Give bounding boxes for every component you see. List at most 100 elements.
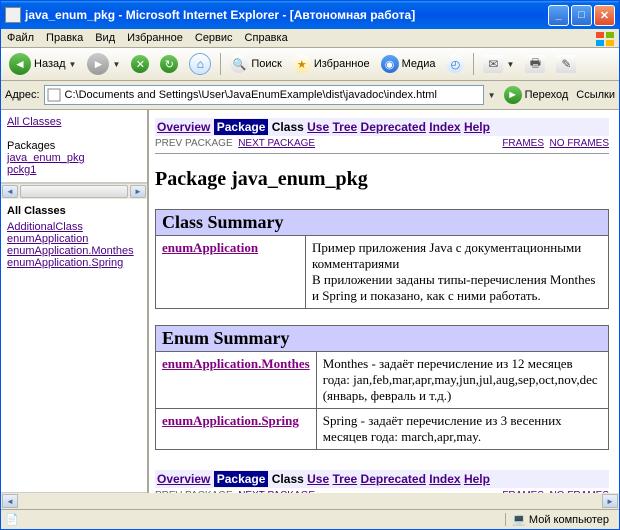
horizontal-scrollbar[interactable]: ◄►: [1, 493, 619, 509]
address-dropdown[interactable]: ▼: [488, 91, 496, 100]
print-icon: 🖶: [525, 55, 545, 73]
toolbar: ◄Назад▼ ►▼ ✕ ↻ ⌂ 🔍Поиск ★Избранное ◉Меди…: [1, 48, 619, 81]
enum-desc: Monthes - задаёт перечисление из 12 меся…: [316, 352, 608, 409]
close-button[interactable]: ✕: [594, 5, 615, 26]
nav-deprecated[interactable]: Deprecated: [361, 472, 426, 486]
forward-button[interactable]: ►▼: [83, 51, 124, 77]
class-link[interactable]: enumApplication.Monthes: [7, 245, 134, 257]
nav-class: Class: [272, 120, 304, 134]
favorites-button[interactable]: ★Избранное: [289, 53, 374, 75]
back-button[interactable]: ◄Назад▼: [5, 51, 80, 77]
history-button[interactable]: ◴: [442, 53, 468, 75]
nav-prev: PREV PACKAGE: [155, 138, 233, 149]
nav-bottom: Overview Package Class Use Tree Deprecat…: [155, 466, 609, 493]
home-button[interactable]: ⌂: [185, 51, 215, 77]
class-link[interactable]: enumApplication: [7, 233, 88, 245]
enum-desc: Spring - задаёт перечисление из 3 весенн…: [316, 409, 608, 450]
zone-icon: 💻: [512, 513, 526, 526]
go-icon: ►: [504, 86, 522, 104]
frame-scrollbar[interactable]: ◄►: [1, 183, 147, 199]
edit-button[interactable]: ✎: [552, 53, 580, 75]
nav-top: Overview Package Class Use Tree Deprecat…: [155, 114, 609, 154]
nav-class: Class: [272, 472, 304, 486]
class-summary-heading: Class Summary: [156, 210, 609, 236]
titlebar: java_enum_pkg - Microsoft Internet Explo…: [1, 1, 619, 29]
package-heading: Package java_enum_pkg: [155, 168, 609, 191]
address-input[interactable]: [44, 85, 484, 105]
menu-file[interactable]: Файл: [7, 32, 34, 44]
history-icon: ◴: [446, 55, 464, 73]
nav-index[interactable]: Index: [429, 120, 460, 134]
nav-overview[interactable]: Overview: [157, 120, 210, 134]
nav-use[interactable]: Use: [307, 472, 329, 486]
package-link[interactable]: java_enum_pkg: [7, 152, 85, 164]
all-classes-heading: All Classes: [7, 205, 141, 217]
table-row: enumApplication Пример приложения Java с …: [156, 236, 609, 309]
nav-overview[interactable]: Overview: [157, 472, 210, 486]
nav-help[interactable]: Help: [464, 472, 490, 486]
menu-favorites[interactable]: Избранное: [127, 32, 183, 44]
classes-frame: All Classes AdditionalClass enumApplicat…: [1, 199, 147, 493]
table-row: enumApplication.Spring Spring - задаёт пе…: [156, 409, 609, 450]
class-desc: Пример приложения Java с документационны…: [306, 236, 609, 309]
class-link[interactable]: enumApplication.Spring: [7, 257, 123, 269]
class-name-link[interactable]: enumApplication: [162, 240, 258, 255]
menu-edit[interactable]: Правка: [46, 32, 83, 44]
class-link[interactable]: AdditionalClass: [7, 221, 83, 233]
nav-frames[interactable]: FRAMES: [502, 490, 544, 493]
page-icon: [5, 7, 21, 23]
menu-bar: Файл Правка Вид Избранное Сервис Справка: [1, 29, 619, 48]
media-icon: ◉: [381, 55, 399, 73]
print-button[interactable]: 🖶: [521, 53, 549, 75]
class-summary-table: Class Summary enumApplication Пример прил…: [155, 209, 609, 309]
stop-button[interactable]: ✕: [127, 53, 153, 75]
packages-heading: Packages: [7, 140, 141, 152]
enum-name-link[interactable]: enumApplication.Monthes: [162, 356, 310, 371]
mail-button[interactable]: ✉▼: [479, 53, 518, 75]
nav-deprecated[interactable]: Deprecated: [361, 120, 426, 134]
all-classes-link[interactable]: All Classes: [7, 116, 61, 128]
enum-name-link[interactable]: enumApplication.Spring: [162, 413, 299, 428]
menu-help[interactable]: Справка: [245, 32, 288, 44]
forward-icon: ►: [87, 53, 109, 75]
address-bar: Адрес: ▼ ►Переход Ссылки: [1, 81, 619, 110]
nav-next[interactable]: NEXT PACKAGE: [238, 138, 315, 149]
search-button[interactable]: 🔍Поиск: [226, 53, 285, 75]
status-zone: Мой компьютер: [529, 514, 609, 526]
nav-next[interactable]: NEXT PACKAGE: [238, 490, 315, 493]
nav-noframes[interactable]: NO FRAMES: [550, 138, 609, 149]
refresh-icon: ↻: [160, 55, 178, 73]
nav-package-current: Package: [214, 119, 269, 135]
status-page-icon: 📄: [5, 513, 19, 526]
nav-tree[interactable]: Tree: [333, 120, 358, 134]
nav-package-current: Package: [214, 471, 269, 487]
nav-help[interactable]: Help: [464, 120, 490, 134]
enum-summary-table: Enum Summary enumApplication.Monthes Mont…: [155, 325, 609, 450]
nav-index[interactable]: Index: [429, 472, 460, 486]
nav-frames[interactable]: FRAMES: [502, 138, 544, 149]
menu-tools[interactable]: Сервис: [195, 32, 233, 44]
main-frame: Overview Package Class Use Tree Deprecat…: [149, 110, 619, 493]
enum-summary-heading: Enum Summary: [156, 326, 609, 352]
nav-tree[interactable]: Tree: [333, 472, 358, 486]
edit-icon: ✎: [556, 55, 576, 73]
address-label: Адрес:: [5, 89, 40, 101]
nav-prev: PREV PACKAGE: [155, 490, 233, 493]
nav-noframes[interactable]: NO FRAMES: [550, 490, 609, 493]
package-link[interactable]: pckg1: [7, 164, 36, 176]
packages-frame: All Classes Packages java_enum_pkg pckg1: [1, 110, 147, 183]
menu-view[interactable]: Вид: [95, 32, 115, 44]
stop-icon: ✕: [131, 55, 149, 73]
maximize-button[interactable]: □: [571, 5, 592, 26]
window-title: java_enum_pkg - Microsoft Internet Explo…: [25, 8, 548, 22]
nav-use[interactable]: Use: [307, 120, 329, 134]
links-label[interactable]: Ссылки: [576, 89, 615, 101]
windows-logo-icon: [595, 31, 615, 47]
minimize-button[interactable]: _: [548, 5, 569, 26]
go-button[interactable]: ►Переход: [500, 84, 573, 106]
refresh-button[interactable]: ↻: [156, 53, 182, 75]
back-icon: ◄: [9, 53, 31, 75]
media-button[interactable]: ◉Медиа: [377, 53, 440, 75]
status-bar: 📄 💻Мой компьютер: [1, 509, 619, 529]
mail-icon: ✉: [483, 55, 503, 73]
